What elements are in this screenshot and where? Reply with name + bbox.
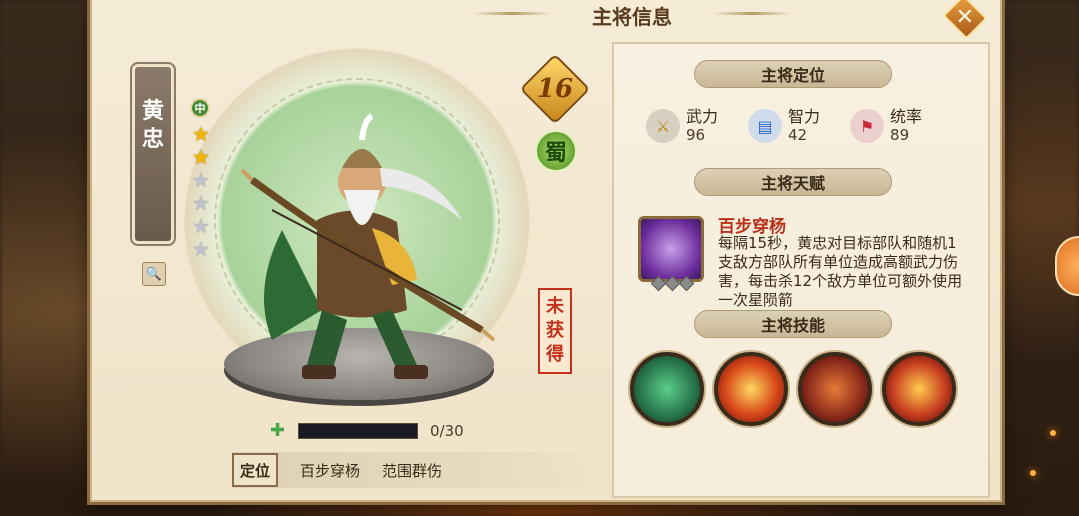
role-tag: 范围群伤 [382,461,443,480]
rune-slash-skill-icon[interactable] [630,352,704,426]
section-header-skills: 主将技能 [694,310,892,338]
stat-leadership: ⚑ 统率 89 [850,108,922,144]
hero-info-panel: 主将信息 ✕ 黄 忠 🔍 中 ★ ★ ★ ★ ★ ★ 16 蜀 未 获 得 ✚ … [90,0,1002,502]
stat-intelligence: ▤ 智力 42 [748,108,820,144]
ember-effect [1030,470,1036,476]
close-icon: ✕ [955,4,975,30]
stat-value: 89 [890,126,910,144]
panel-title: 主将信息 [592,4,672,29]
stat-label: 统率 [890,107,923,126]
fragment-progress: ✚ 0/30 [270,420,464,441]
stat-value: 96 [686,126,706,144]
talent-icon[interactable] [638,216,704,292]
not-obtained-seal: 未 获 得 [538,288,572,374]
star-empty-icon: ★ [192,191,210,215]
star-filled-icon: ★ [192,122,210,146]
status-char: 得 [546,344,564,365]
talent-description: 每隔15秒，黄忠对目标部队和随机1支敌方部队所有单位造成高额武力伤害，每击杀12… [718,234,963,309]
fragment-progress-bar [298,423,418,439]
role-label: 定位 [232,453,279,487]
faction-badge: 蜀 [535,130,577,172]
fragment-count: 0/30 [430,422,464,440]
title-ornament [472,12,552,15]
hero-name-char: 黄 [141,98,164,124]
lightning-skill-icon[interactable] [714,352,788,426]
hero-display-area: 黄 忠 🔍 中 ★ ★ ★ ★ ★ ★ 16 蜀 未 获 得 ✚ 0/30 定位… [92,30,612,500]
ember-effect [1050,430,1056,436]
magnifier-icon: 🔍 [145,266,163,282]
level-badge: 16 [519,53,591,125]
role-tag: 百步穿杨 [300,461,361,480]
star-empty-icon: ★ [192,168,210,192]
close-button[interactable]: ✕ [942,0,988,40]
star-rating: ★ ★ ★ ★ ★ ★ [190,124,212,259]
status-char: 获 [546,320,564,341]
skills-row [630,352,956,426]
hero-name-char: 忠 [141,126,164,152]
role-tags-bar: 定位 百步穿杨 范围群伤 [232,452,612,488]
rank-badge: 中 [190,98,210,118]
star-filled-icon: ★ [192,145,210,169]
banner-icon: ⚑ [850,109,885,143]
stat-force: ⚔ 武力 96 [646,108,718,144]
warrior-skill-icon[interactable] [798,352,872,426]
status-char: 未 [546,296,564,317]
scroll-icon: ▤ [748,109,783,143]
talent-gems [650,275,695,292]
stat-value: 42 [788,126,808,144]
section-header-position: 主将定位 [694,60,892,88]
panel-title-bar: 主将信息 [472,0,792,30]
star-empty-icon: ★ [192,214,210,238]
stat-label: 智力 [788,107,821,126]
hero-figure [240,113,496,379]
hero-details-pane: 主将定位 ⚔ 武力 96 ▤ 智力 42 ⚑ 统率 89 主将天赋 百步穿杨 每… [612,42,990,498]
level-value: 16 [536,74,574,104]
flaming-arrow-skill-icon[interactable] [882,352,956,426]
magnify-button[interactable]: 🔍 [142,262,166,286]
hero-name-banner: 黄 忠 [130,62,176,246]
title-ornament [712,12,792,15]
puzzle-piece-icon: ✚ [270,420,286,441]
star-empty-icon: ★ [192,237,210,261]
stat-label: 武力 [686,107,719,126]
attribute-stats: ⚔ 武力 96 ▤ 智力 42 ⚑ 统率 89 [646,108,922,144]
crossed-swords-icon: ⚔ [646,109,680,143]
section-header-talent: 主将天赋 [694,168,892,196]
